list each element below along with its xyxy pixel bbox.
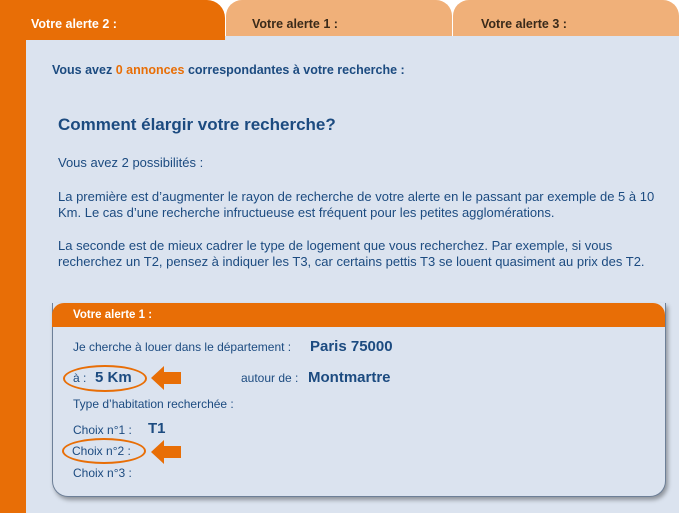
department-label: Je cherche à louer dans le département :	[73, 340, 292, 354]
help-intro: Vous avez 2 possibilités :	[58, 155, 204, 170]
help-heading: Comment élargir votre recherche?	[58, 115, 336, 134]
radius-value: 5 Km	[95, 369, 132, 386]
help-second-option: La seconde est de mieux cadrer le type d…	[58, 238, 645, 269]
help-first-option: La première est d’augmenter le rayon de …	[58, 189, 655, 220]
results-suffix: correspondantes à votre recherche :	[184, 63, 405, 77]
left-accent-bar	[0, 26, 26, 513]
around-label: autour de :	[241, 371, 299, 385]
type-label: Type d’habitation recherchée :	[73, 397, 234, 411]
tab-label: Votre alerte 3 :	[481, 17, 567, 31]
tab-alerte-2[interactable]: Votre alerte 2 :	[0, 0, 225, 40]
results-count: 0 annonces	[115, 63, 185, 77]
radius-label: à :	[73, 371, 87, 385]
choice1-value: T1	[148, 420, 166, 437]
choice3-label: Choix n°3 :	[73, 466, 132, 480]
results-prefix: Vous avez	[52, 63, 116, 77]
alert-box-title: Votre alerte 1 :	[73, 309, 153, 321]
tab-label: Votre alerte 1 :	[252, 17, 338, 31]
department-value: Paris 75000	[310, 338, 393, 355]
choice1-label: Choix n°1 :	[73, 423, 132, 437]
choice2-label: Choix n°2 :	[72, 444, 131, 458]
around-value: Montmartre	[308, 369, 391, 386]
tab-alerte-1[interactable]: Votre alerte 1 :	[226, 0, 452, 40]
arrow-left-icon	[151, 366, 181, 390]
arrow-left-icon	[151, 440, 181, 464]
tab-alerte-3[interactable]: Votre alerte 3 :	[453, 0, 679, 40]
results-summary: Vous avez 0 annonces correspondantes à v…	[52, 63, 405, 77]
tab-label: Votre alerte 2 :	[31, 17, 117, 31]
